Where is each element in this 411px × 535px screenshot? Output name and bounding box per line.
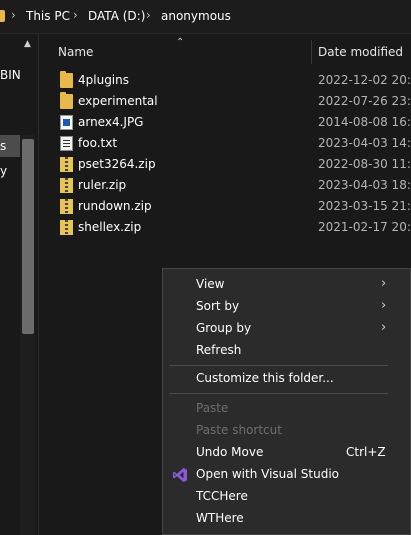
zip-file-icon bbox=[60, 220, 73, 235]
file-date: 2022-08-30 11:10 bbox=[318, 157, 411, 171]
menu-separator bbox=[169, 393, 388, 394]
file-name: foo.txt bbox=[78, 136, 118, 150]
breadcrumb-anonymous[interactable]: anonymous bbox=[161, 9, 231, 23]
context-menu: View › Sort by › Group by › Refresh Cust… bbox=[162, 268, 411, 535]
nav-item-bin[interactable]: BIN bbox=[0, 68, 21, 82]
menu-item-undo-move[interactable]: Undo Move Ctrl+Z bbox=[163, 442, 410, 464]
zip-file-icon bbox=[60, 157, 73, 172]
menu-item-wthere[interactable]: WTHere bbox=[163, 508, 410, 530]
file-row[interactable]: 4plugins 2022-12-02 20:22 bbox=[40, 70, 411, 91]
file-name: arnex4.JPG bbox=[78, 115, 144, 129]
menu-item-view[interactable]: View › bbox=[163, 274, 410, 296]
file-date: 2014-08-08 16:26 bbox=[318, 115, 411, 129]
nav-scrollbar-thumb[interactable] bbox=[22, 139, 34, 334]
menu-item-label: Sort by bbox=[196, 299, 240, 313]
menu-item-label: View bbox=[196, 277, 225, 291]
visual-studio-icon bbox=[173, 468, 187, 482]
sort-ascending-icon: ⌃ bbox=[176, 37, 185, 48]
file-name: pset3264.zip bbox=[78, 157, 156, 171]
address-bar[interactable]: › This PC › DATA (D:) › anonymous bbox=[0, 0, 411, 34]
address-bar-divider bbox=[0, 33, 411, 34]
file-date: 2023-04-03 18:32 bbox=[318, 178, 411, 192]
menu-item-label: Open with Visual Studio bbox=[196, 467, 339, 481]
column-header-name[interactable]: Name bbox=[58, 45, 93, 59]
menu-item-label: Refresh bbox=[196, 343, 242, 357]
scroll-up-arrow-icon[interactable]: ▲ bbox=[24, 39, 31, 49]
menu-item-label: Paste shortcut bbox=[196, 423, 282, 437]
menu-item-label: Undo Move bbox=[196, 445, 264, 459]
menu-item-group-by[interactable]: Group by › bbox=[163, 318, 410, 340]
file-row[interactable]: foo.txt 2023-04-03 14:10 bbox=[40, 133, 411, 154]
menu-separator bbox=[169, 365, 388, 366]
breadcrumb-separator-icon[interactable]: › bbox=[146, 8, 151, 22]
file-row[interactable]: rundown.zip 2023-03-15 21:19 bbox=[40, 196, 411, 217]
file-date: 2022-12-02 20:22 bbox=[318, 73, 411, 87]
menu-item-label: Customize this folder... bbox=[196, 371, 334, 385]
file-date: 2023-03-15 21:19 bbox=[318, 199, 411, 213]
menu-item-label: Paste bbox=[196, 401, 229, 415]
pane-divider[interactable] bbox=[38, 34, 39, 535]
folder-icon bbox=[60, 71, 73, 88]
menu-item-label: Group by bbox=[196, 321, 252, 335]
breadcrumb-this-pc[interactable]: This PC bbox=[26, 9, 70, 23]
nav-item-s[interactable]: s bbox=[0, 139, 6, 153]
file-name: rundown.zip bbox=[78, 199, 152, 213]
menu-item-refresh[interactable]: Refresh bbox=[163, 340, 410, 362]
zip-file-icon bbox=[60, 178, 73, 193]
breadcrumb-separator-icon[interactable]: › bbox=[11, 8, 16, 22]
file-row[interactable]: ruler.zip 2023-04-03 18:32 bbox=[40, 175, 411, 196]
column-header-date-modified[interactable]: Date modified bbox=[318, 45, 403, 59]
file-row[interactable]: shellex.zip 2021-02-17 20:09 bbox=[40, 217, 411, 238]
submenu-chevron-icon: › bbox=[381, 298, 387, 313]
text-file-icon bbox=[60, 136, 73, 151]
menu-item-label: WTHere bbox=[196, 511, 244, 525]
file-row[interactable]: pset3264.zip 2022-08-30 11:10 bbox=[40, 154, 411, 175]
file-row[interactable]: experimental 2022-07-26 23:01 bbox=[40, 91, 411, 112]
menu-item-tcchere[interactable]: TCCHere bbox=[163, 486, 410, 508]
nav-item-y[interactable]: y bbox=[0, 164, 7, 178]
file-name: shellex.zip bbox=[78, 220, 142, 234]
menu-item-customize-folder[interactable]: Customize this folder... bbox=[163, 368, 410, 390]
submenu-chevron-icon: › bbox=[381, 276, 387, 291]
folder-icon bbox=[0, 10, 5, 22]
menu-item-paste: Paste bbox=[163, 398, 410, 420]
breadcrumb-data-drive[interactable]: DATA (D:) bbox=[88, 9, 145, 23]
file-row[interactable]: arnex4.JPG 2014-08-08 16:26 bbox=[40, 112, 411, 133]
file-date: 2022-07-26 23:01 bbox=[318, 94, 411, 108]
file-name: experimental bbox=[78, 94, 158, 108]
menu-item-sort-by[interactable]: Sort by › bbox=[163, 296, 410, 318]
menu-item-label: TCCHere bbox=[196, 489, 248, 503]
navigation-pane: ▲ BIN s y bbox=[0, 34, 38, 535]
folder-icon bbox=[60, 92, 73, 109]
zip-file-icon bbox=[60, 199, 73, 214]
file-date: 2023-04-03 14:10 bbox=[318, 136, 411, 150]
image-file-icon bbox=[60, 115, 73, 130]
menu-item-paste-shortcut: Paste shortcut bbox=[163, 420, 410, 442]
shortcut-label: Ctrl+Z bbox=[346, 445, 386, 459]
column-divider[interactable] bbox=[311, 40, 312, 64]
submenu-chevron-icon: › bbox=[381, 320, 387, 335]
file-name: ruler.zip bbox=[78, 178, 127, 192]
file-date: 2021-02-17 20:09 bbox=[318, 220, 411, 234]
file-name: 4plugins bbox=[78, 73, 129, 87]
menu-item-open-with-visual-studio[interactable]: Open with Visual Studio bbox=[163, 464, 410, 486]
breadcrumb-separator-icon[interactable]: › bbox=[73, 8, 78, 22]
